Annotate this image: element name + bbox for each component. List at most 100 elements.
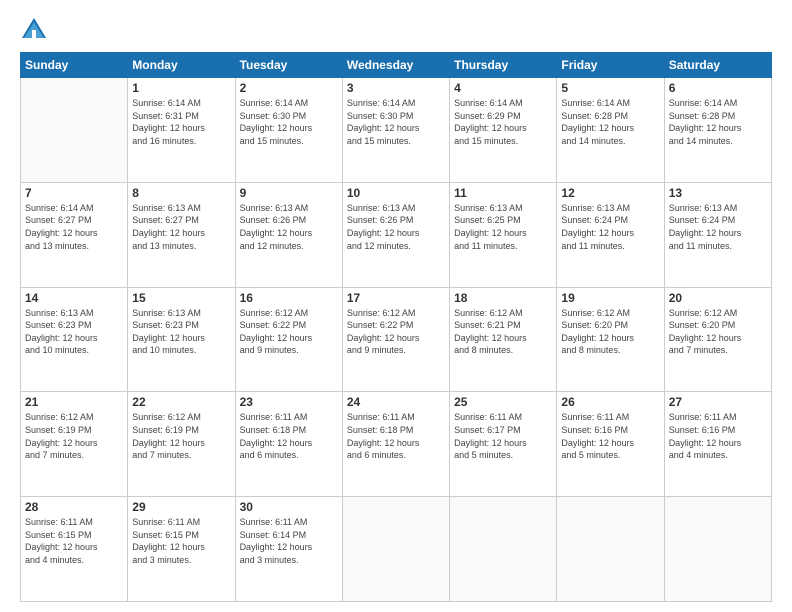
- day-number: 11: [454, 186, 552, 200]
- calendar-week-row: 1 Sunrise: 6:14 AM Sunset: 6:31 PM Daylig…: [21, 78, 772, 183]
- day-number: 16: [240, 291, 338, 305]
- day-number: 12: [561, 186, 659, 200]
- calendar-day-cell: 22 Sunrise: 6:12 AM Sunset: 6:19 PM Dayli…: [128, 392, 235, 497]
- calendar-week-row: 7Sunrise: 6:14 AM Sunset: 6:27 PM Daylig…: [21, 182, 772, 287]
- day-number: 14: [25, 291, 123, 305]
- day-number: 10: [347, 186, 445, 200]
- calendar-day-cell: 17 Sunrise: 6:12 AM Sunset: 6:22 PM Dayli…: [342, 287, 449, 392]
- day-of-week-header: Monday: [128, 53, 235, 78]
- day-info: Sunrise: 6:11 AM Sunset: 6:16 PM Dayligh…: [561, 411, 659, 461]
- calendar-week-row: 28 Sunrise: 6:11 AM Sunset: 6:15 PM Dayli…: [21, 497, 772, 602]
- day-number: 3: [347, 81, 445, 95]
- day-number: 29: [132, 500, 230, 514]
- day-of-week-header: Thursday: [450, 53, 557, 78]
- day-number: 27: [669, 395, 767, 409]
- day-number: 26: [561, 395, 659, 409]
- day-info: Sunrise: 6:13 AM Sunset: 6:24 PM Dayligh…: [561, 202, 659, 252]
- day-number: 19: [561, 291, 659, 305]
- day-info: Sunrise: 6:13 AM Sunset: 6:24 PM Dayligh…: [669, 202, 767, 252]
- day-number: 17: [347, 291, 445, 305]
- calendar-day-cell: 11 Sunrise: 6:13 AM Sunset: 6:25 PM Dayli…: [450, 182, 557, 287]
- calendar-day-cell: 20 Sunrise: 6:12 AM Sunset: 6:20 PM Dayli…: [664, 287, 771, 392]
- day-of-week-header: Saturday: [664, 53, 771, 78]
- calendar-day-cell: 15 Sunrise: 6:13 AM Sunset: 6:23 PM Dayli…: [128, 287, 235, 392]
- logo: [20, 16, 52, 44]
- calendar-day-cell: 8 Sunrise: 6:13 AM Sunset: 6:27 PM Daylig…: [128, 182, 235, 287]
- day-info: Sunrise: 6:11 AM Sunset: 6:15 PM Dayligh…: [132, 516, 230, 566]
- calendar-day-cell: 5 Sunrise: 6:14 AM Sunset: 6:28 PM Daylig…: [557, 78, 664, 183]
- calendar-day-cell: 18 Sunrise: 6:12 AM Sunset: 6:21 PM Dayli…: [450, 287, 557, 392]
- calendar-table: SundayMondayTuesdayWednesdayThursdayFrid…: [20, 52, 772, 602]
- day-info: Sunrise: 6:14 AM Sunset: 6:28 PM Dayligh…: [561, 97, 659, 147]
- day-of-week-header: Sunday: [21, 53, 128, 78]
- calendar-header: SundayMondayTuesdayWednesdayThursdayFrid…: [21, 53, 772, 78]
- calendar-day-cell: 27 Sunrise: 6:11 AM Sunset: 6:16 PM Dayli…: [664, 392, 771, 497]
- day-info: Sunrise: 6:11 AM Sunset: 6:16 PM Dayligh…: [669, 411, 767, 461]
- calendar-day-cell: 24Sunrise: 6:11 AM Sunset: 6:18 PM Dayli…: [342, 392, 449, 497]
- calendar-day-cell: [450, 497, 557, 602]
- calendar-body: 1 Sunrise: 6:14 AM Sunset: 6:31 PM Daylig…: [21, 78, 772, 602]
- day-info: Sunrise: 6:14 AM Sunset: 6:28 PM Dayligh…: [669, 97, 767, 147]
- day-info: Sunrise: 6:13 AM Sunset: 6:27 PM Dayligh…: [132, 202, 230, 252]
- day-number: 30: [240, 500, 338, 514]
- day-info: Sunrise: 6:12 AM Sunset: 6:20 PM Dayligh…: [561, 307, 659, 357]
- day-of-week-header: Tuesday: [235, 53, 342, 78]
- day-number: 24: [347, 395, 445, 409]
- day-number: 28: [25, 500, 123, 514]
- day-of-week-header: Friday: [557, 53, 664, 78]
- header: [20, 16, 772, 44]
- calendar-week-row: 21Sunrise: 6:12 AM Sunset: 6:19 PM Dayli…: [21, 392, 772, 497]
- calendar-day-cell: 28Sunrise: 6:11 AM Sunset: 6:15 PM Dayli…: [21, 497, 128, 602]
- day-number: 2: [240, 81, 338, 95]
- day-info: Sunrise: 6:11 AM Sunset: 6:17 PM Dayligh…: [454, 411, 552, 461]
- calendar-day-cell: 21Sunrise: 6:12 AM Sunset: 6:19 PM Dayli…: [21, 392, 128, 497]
- calendar-day-cell: 6 Sunrise: 6:14 AM Sunset: 6:28 PM Daylig…: [664, 78, 771, 183]
- day-number: 15: [132, 291, 230, 305]
- day-info: Sunrise: 6:13 AM Sunset: 6:25 PM Dayligh…: [454, 202, 552, 252]
- calendar-day-cell: 29 Sunrise: 6:11 AM Sunset: 6:15 PM Dayli…: [128, 497, 235, 602]
- calendar-day-cell: 3 Sunrise: 6:14 AM Sunset: 6:30 PM Daylig…: [342, 78, 449, 183]
- calendar-day-cell: 30 Sunrise: 6:11 AM Sunset: 6:14 PM Dayli…: [235, 497, 342, 602]
- day-number: 20: [669, 291, 767, 305]
- day-number: 5: [561, 81, 659, 95]
- calendar-day-cell: [342, 497, 449, 602]
- day-number: 13: [669, 186, 767, 200]
- calendar-day-cell: 23Sunrise: 6:11 AM Sunset: 6:18 PM Dayli…: [235, 392, 342, 497]
- logo-icon: [20, 16, 48, 44]
- day-info: Sunrise: 6:11 AM Sunset: 6:18 PM Dayligh…: [240, 411, 338, 461]
- day-info: Sunrise: 6:14 AM Sunset: 6:27 PM Dayligh…: [25, 202, 123, 252]
- day-info: Sunrise: 6:13 AM Sunset: 6:26 PM Dayligh…: [240, 202, 338, 252]
- calendar-day-cell: 9 Sunrise: 6:13 AM Sunset: 6:26 PM Daylig…: [235, 182, 342, 287]
- day-info: Sunrise: 6:12 AM Sunset: 6:22 PM Dayligh…: [240, 307, 338, 357]
- day-info: Sunrise: 6:13 AM Sunset: 6:23 PM Dayligh…: [132, 307, 230, 357]
- calendar-day-cell: 1 Sunrise: 6:14 AM Sunset: 6:31 PM Daylig…: [128, 78, 235, 183]
- day-info: Sunrise: 6:14 AM Sunset: 6:30 PM Dayligh…: [240, 97, 338, 147]
- page: SundayMondayTuesdayWednesdayThursdayFrid…: [0, 0, 792, 612]
- day-number: 9: [240, 186, 338, 200]
- calendar-day-cell: [21, 78, 128, 183]
- day-number: 25: [454, 395, 552, 409]
- calendar-day-cell: 26 Sunrise: 6:11 AM Sunset: 6:16 PM Dayli…: [557, 392, 664, 497]
- day-number: 1: [132, 81, 230, 95]
- day-info: Sunrise: 6:12 AM Sunset: 6:22 PM Dayligh…: [347, 307, 445, 357]
- day-info: Sunrise: 6:12 AM Sunset: 6:20 PM Dayligh…: [669, 307, 767, 357]
- day-info: Sunrise: 6:12 AM Sunset: 6:21 PM Dayligh…: [454, 307, 552, 357]
- calendar-day-cell: 19 Sunrise: 6:12 AM Sunset: 6:20 PM Dayli…: [557, 287, 664, 392]
- calendar-day-cell: 7Sunrise: 6:14 AM Sunset: 6:27 PM Daylig…: [21, 182, 128, 287]
- day-info: Sunrise: 6:11 AM Sunset: 6:14 PM Dayligh…: [240, 516, 338, 566]
- calendar-day-cell: 13 Sunrise: 6:13 AM Sunset: 6:24 PM Dayli…: [664, 182, 771, 287]
- day-info: Sunrise: 6:14 AM Sunset: 6:29 PM Dayligh…: [454, 97, 552, 147]
- day-info: Sunrise: 6:12 AM Sunset: 6:19 PM Dayligh…: [25, 411, 123, 461]
- calendar-day-cell: 10Sunrise: 6:13 AM Sunset: 6:26 PM Dayli…: [342, 182, 449, 287]
- day-number: 4: [454, 81, 552, 95]
- day-number: 8: [132, 186, 230, 200]
- calendar-week-row: 14 Sunrise: 6:13 AM Sunset: 6:23 PM Dayli…: [21, 287, 772, 392]
- day-number: 6: [669, 81, 767, 95]
- day-number: 18: [454, 291, 552, 305]
- day-info: Sunrise: 6:14 AM Sunset: 6:31 PM Dayligh…: [132, 97, 230, 147]
- calendar-day-cell: 12 Sunrise: 6:13 AM Sunset: 6:24 PM Dayli…: [557, 182, 664, 287]
- days-of-week-row: SundayMondayTuesdayWednesdayThursdayFrid…: [21, 53, 772, 78]
- day-number: 22: [132, 395, 230, 409]
- day-info: Sunrise: 6:14 AM Sunset: 6:30 PM Dayligh…: [347, 97, 445, 147]
- day-info: Sunrise: 6:12 AM Sunset: 6:19 PM Dayligh…: [132, 411, 230, 461]
